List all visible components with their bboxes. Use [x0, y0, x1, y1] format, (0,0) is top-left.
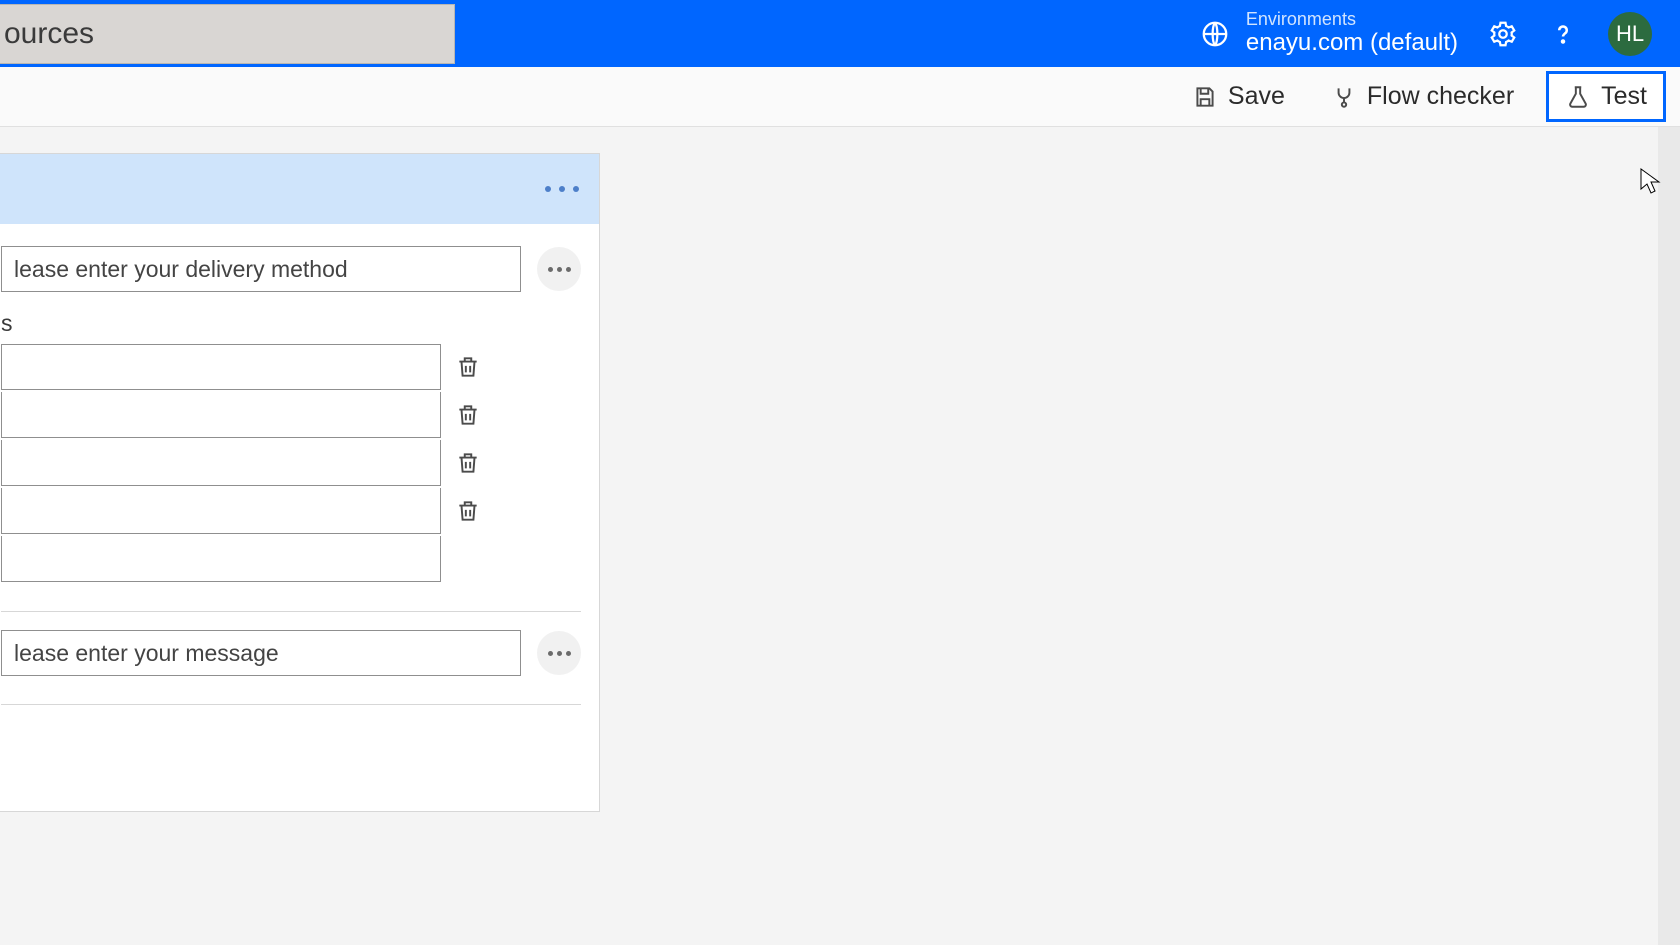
option-input-5[interactable] — [1, 536, 441, 582]
trash-icon[interactable] — [455, 448, 481, 478]
toolbar: Save Flow checker Test — [0, 67, 1680, 127]
divider — [1, 704, 581, 705]
app-header: ources Environments enayu.com (default) — [0, 0, 1680, 67]
flow-card-input: s — [0, 153, 600, 812]
globe-icon — [1200, 19, 1230, 49]
avatar-initials: HL — [1616, 21, 1644, 47]
option-input-4[interactable] — [1, 488, 441, 534]
trash-icon[interactable] — [455, 496, 481, 526]
trash-icon[interactable] — [455, 352, 481, 382]
option-row — [1, 487, 581, 535]
message-input[interactable] — [1, 630, 521, 676]
flow-canvas[interactable]: s — [0, 127, 1680, 945]
search-input[interactable]: ources — [0, 4, 455, 64]
option-row — [1, 343, 581, 391]
option-input-2[interactable] — [1, 392, 441, 438]
option-row — [1, 439, 581, 487]
row-more-button[interactable] — [537, 631, 581, 675]
environment-picker[interactable]: Environments enayu.com (default) — [1200, 10, 1458, 56]
trash-icon[interactable] — [455, 400, 481, 430]
save-label: Save — [1228, 82, 1285, 111]
flow-checker-label: Flow checker — [1367, 82, 1514, 111]
row-more-button[interactable] — [537, 247, 581, 291]
flow-checker-button[interactable]: Flow checker — [1317, 72, 1528, 121]
header-right: Environments enayu.com (default) HL — [1200, 10, 1680, 56]
scrollbar[interactable] — [1658, 127, 1680, 945]
delivery-method-input[interactable] — [1, 246, 521, 292]
divider — [1, 611, 581, 612]
settings-icon[interactable] — [1488, 19, 1518, 49]
options-label: s — [1, 310, 581, 337]
env-name: enayu.com (default) — [1246, 30, 1458, 56]
options-list — [1, 343, 581, 583]
card-header[interactable] — [0, 154, 599, 224]
more-icon[interactable] — [545, 186, 579, 192]
option-row — [1, 535, 581, 583]
save-button[interactable]: Save — [1178, 72, 1299, 121]
test-button[interactable]: Test — [1546, 71, 1666, 122]
search-text: ources — [4, 17, 94, 51]
help-icon[interactable] — [1548, 19, 1578, 49]
option-row — [1, 391, 581, 439]
option-input-1[interactable] — [1, 344, 441, 390]
test-label: Test — [1601, 82, 1647, 111]
env-label: Environments — [1246, 10, 1458, 30]
option-input-3[interactable] — [1, 440, 441, 486]
avatar[interactable]: HL — [1608, 12, 1652, 56]
